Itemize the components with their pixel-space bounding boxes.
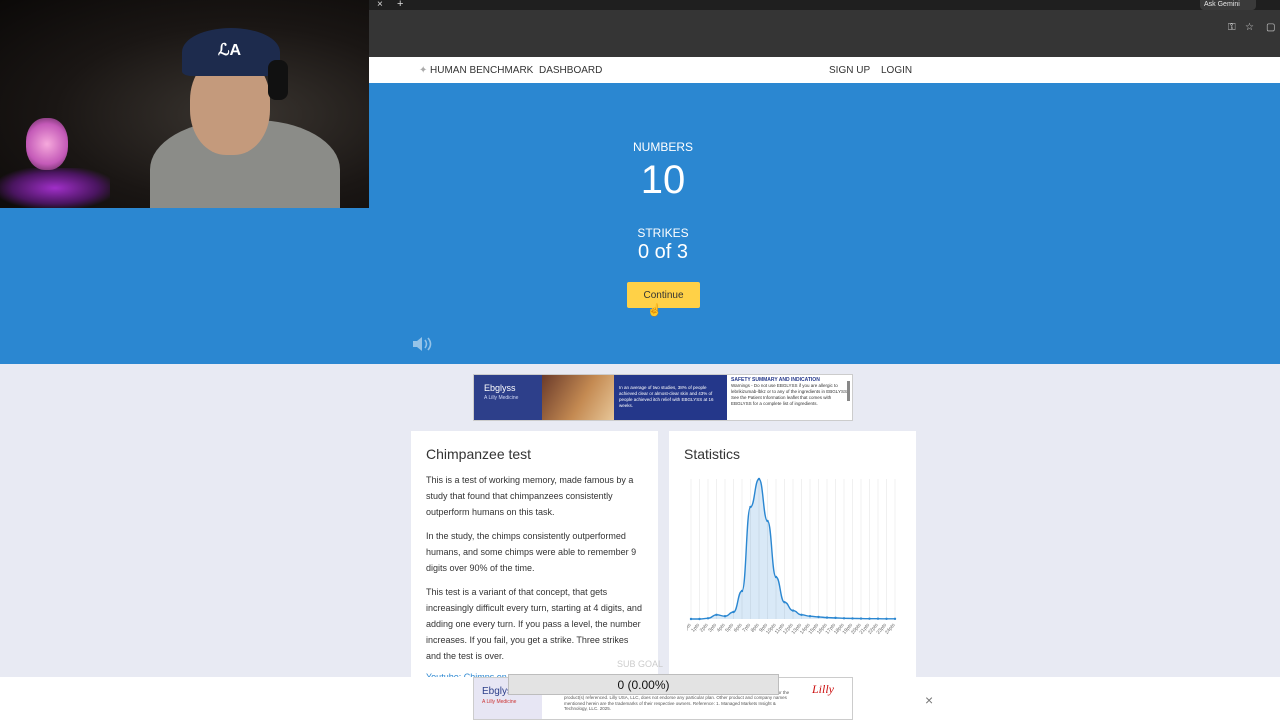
chart-point <box>885 617 888 621</box>
ad-brand: Ebglyss A Lilly Medicine <box>474 375 542 420</box>
ad-safety-panel: SAFETY SUMMARY AND INDICATION Warnings -… <box>727 375 852 420</box>
brand-link[interactable]: HUMAN BENCHMARK <box>430 65 533 76</box>
chart-point <box>732 610 735 614</box>
key-icon[interactable]: ⚿ <box>1228 22 1236 33</box>
ad-brand-sub: A Lilly Medicine <box>484 395 519 401</box>
chart-point <box>876 617 880 620</box>
stream-progress-counter: 0 (0.00%) <box>508 674 779 695</box>
chart-point <box>868 617 871 620</box>
chart-point <box>749 505 752 509</box>
chart-point <box>817 615 820 619</box>
signup-link[interactable]: SIGN UP <box>829 65 870 76</box>
ad-safety-body: Warnings - Do not use EBGLYSS if you are… <box>731 383 849 406</box>
card-paragraph: This test is a variant of that concept, … <box>426 587 642 661</box>
lamp <box>26 118 68 170</box>
ask-gemini-button[interactable]: Ask Gemini <box>1200 0 1256 10</box>
ad-body: In an average of two studies, 38% of peo… <box>614 375 727 420</box>
ad-banner-top[interactable]: Ebglyss A Lilly Medicine In an average o… <box>473 374 853 421</box>
ad-scrollbar[interactable] <box>847 381 850 401</box>
chart-point <box>783 601 786 604</box>
chart-point <box>859 617 863 620</box>
dashboard-link[interactable]: DASHBOARD <box>539 65 602 76</box>
volume-icon[interactable] <box>411 334 435 354</box>
chart-point <box>834 616 837 620</box>
continue-button[interactable]: Continue <box>627 282 700 308</box>
strikes-value: 0 of 3 <box>637 241 689 263</box>
stream-goal-label: SUB GOAL <box>617 659 664 669</box>
chart-point <box>706 617 710 620</box>
login-link[interactable]: LOGIN <box>881 65 912 76</box>
card-paragraph: This is a test of working memory, made f… <box>426 475 634 517</box>
chart-point <box>825 616 829 619</box>
card-title: Statistics <box>684 446 741 462</box>
lamp-glow <box>0 168 110 208</box>
close-ad-icon[interactable]: × <box>925 692 933 708</box>
mouse-cursor-icon: ☝ <box>647 303 662 317</box>
chart-point <box>893 617 897 621</box>
chart-point <box>842 617 846 620</box>
chart-point <box>689 617 693 621</box>
tab-close-icon[interactable]: × <box>377 0 383 10</box>
chart-point <box>808 615 812 618</box>
card-paragraph: In the study, the chimps consistently ou… <box>426 531 637 573</box>
chart-point <box>791 609 795 612</box>
chart-point <box>698 617 701 621</box>
ad-brand-sub: A Lilly Medicine <box>482 699 517 705</box>
chart-x-tick-label: 24pts <box>884 622 897 636</box>
chart-point <box>774 575 778 579</box>
chart-point <box>800 613 803 616</box>
chart-point <box>757 477 761 481</box>
cap-logo-icon: ℒA <box>218 42 242 59</box>
chart-point <box>723 615 727 618</box>
ad-brand-name: Ebglyss <box>484 383 516 393</box>
strikes-label: STRIKES <box>637 226 689 240</box>
lilly-logo: Lilly <box>812 682 835 696</box>
webcam-overlay: ℒA <box>0 0 369 208</box>
headset <box>268 60 288 100</box>
card-title: Chimpanzee test <box>426 446 532 462</box>
extensions-icon[interactable]: ▢ <box>1266 22 1275 33</box>
ad-photo <box>542 375 614 420</box>
statistics-chart: 0pts1pts2pts3pts4pts5pts6pts7pts8pts9pts… <box>687 477 897 636</box>
logo-bolt-icon: ✦ <box>419 65 428 76</box>
chart-point <box>740 589 744 593</box>
new-tab-icon[interactable]: + <box>397 0 403 10</box>
bookmark-star-icon[interactable]: ☆ <box>1245 22 1254 33</box>
chart-point <box>715 613 718 616</box>
chart-point <box>851 617 854 620</box>
chart-point <box>766 519 769 523</box>
